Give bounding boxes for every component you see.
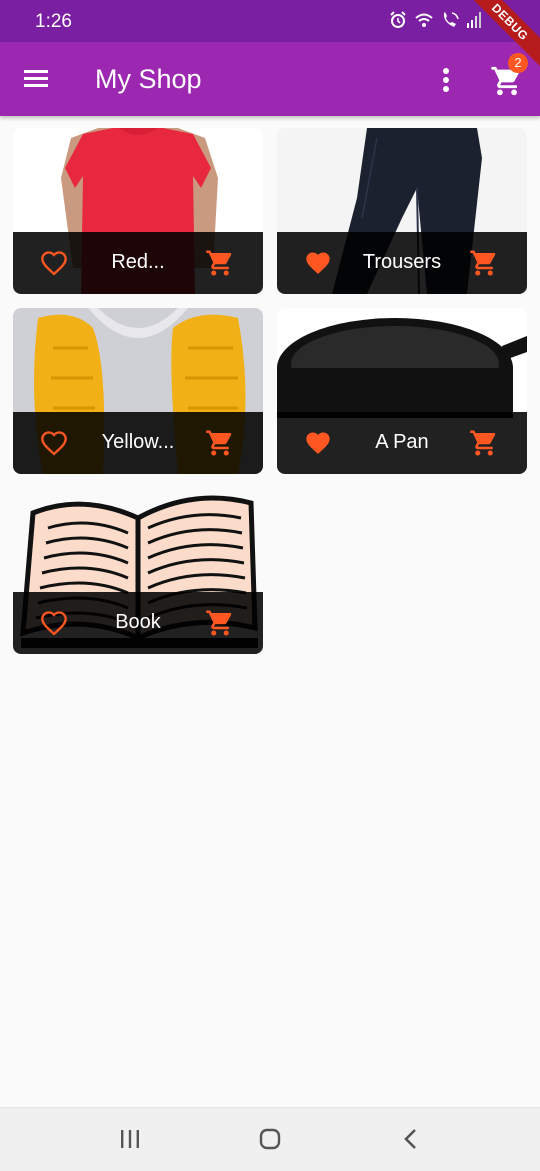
tile-footer: Book	[13, 592, 263, 654]
back-button[interactable]	[401, 1127, 421, 1151]
add-to-cart-button[interactable]	[469, 248, 499, 278]
product-tile[interactable]: Yellow...	[13, 308, 263, 474]
product-tile[interactable]: Book	[13, 488, 263, 654]
add-to-cart-button[interactable]	[205, 608, 235, 638]
product-grid: Red... Trousers Yellow... A Pan Book	[13, 128, 527, 654]
recents-icon	[121, 1130, 139, 1148]
heart-outline-icon	[41, 611, 67, 636]
shopping-cart-icon	[206, 430, 232, 456]
product-title: Red...	[111, 251, 165, 273]
page-title: My Shop	[95, 64, 202, 94]
shopping-cart-icon	[470, 430, 496, 456]
more-vert-icon	[443, 68, 449, 92]
shopping-cart-icon	[470, 250, 496, 276]
status-bar: 1:26	[0, 0, 540, 42]
home-button[interactable]	[258, 1127, 282, 1151]
shopping-cart-icon	[206, 610, 232, 636]
product-tile[interactable]: Trousers	[277, 128, 527, 294]
shopping-cart-icon	[206, 250, 232, 276]
product-title: Book	[115, 611, 161, 633]
status-icons	[388, 10, 482, 35]
add-to-cart-button[interactable]	[469, 428, 499, 458]
product-tile[interactable]: A Pan	[277, 308, 527, 474]
status-time: 1:26	[35, 11, 72, 32]
tile-footer: Yellow...	[13, 412, 263, 474]
tile-footer: Red...	[13, 232, 263, 294]
heart-outline-icon	[41, 251, 67, 276]
home-icon	[259, 1128, 281, 1150]
product-title: Trousers	[362, 251, 442, 273]
heart-filled-icon	[306, 432, 330, 454]
product-title: A Pan	[375, 431, 429, 453]
more-options-button[interactable]	[434, 66, 458, 94]
favorite-button[interactable]	[303, 429, 333, 457]
favorite-button[interactable]	[303, 249, 333, 277]
wifi-call-icon	[440, 10, 460, 35]
favorite-button[interactable]	[39, 609, 69, 637]
app-bar: My Shop	[0, 42, 540, 116]
favorite-button[interactable]	[39, 249, 69, 277]
menu-button[interactable]	[22, 66, 50, 90]
tile-footer: Trousers	[277, 232, 527, 294]
hamburger-menu-icon	[24, 70, 48, 87]
product-title: Yellow...	[101, 431, 175, 453]
wifi-icon	[414, 10, 434, 35]
favorite-button[interactable]	[39, 429, 69, 457]
heart-filled-icon	[306, 252, 330, 274]
tile-footer: A Pan	[277, 412, 527, 474]
alarm-icon	[388, 10, 408, 35]
add-to-cart-button[interactable]	[205, 248, 235, 278]
back-icon	[404, 1129, 416, 1149]
heart-outline-icon	[41, 431, 67, 456]
product-tile[interactable]: Red...	[13, 128, 263, 294]
recents-button[interactable]	[119, 1128, 141, 1150]
system-nav-bar	[0, 1107, 540, 1171]
cart-badge: 2	[508, 53, 528, 73]
signal-icon	[466, 11, 482, 34]
add-to-cart-button[interactable]	[205, 428, 235, 458]
